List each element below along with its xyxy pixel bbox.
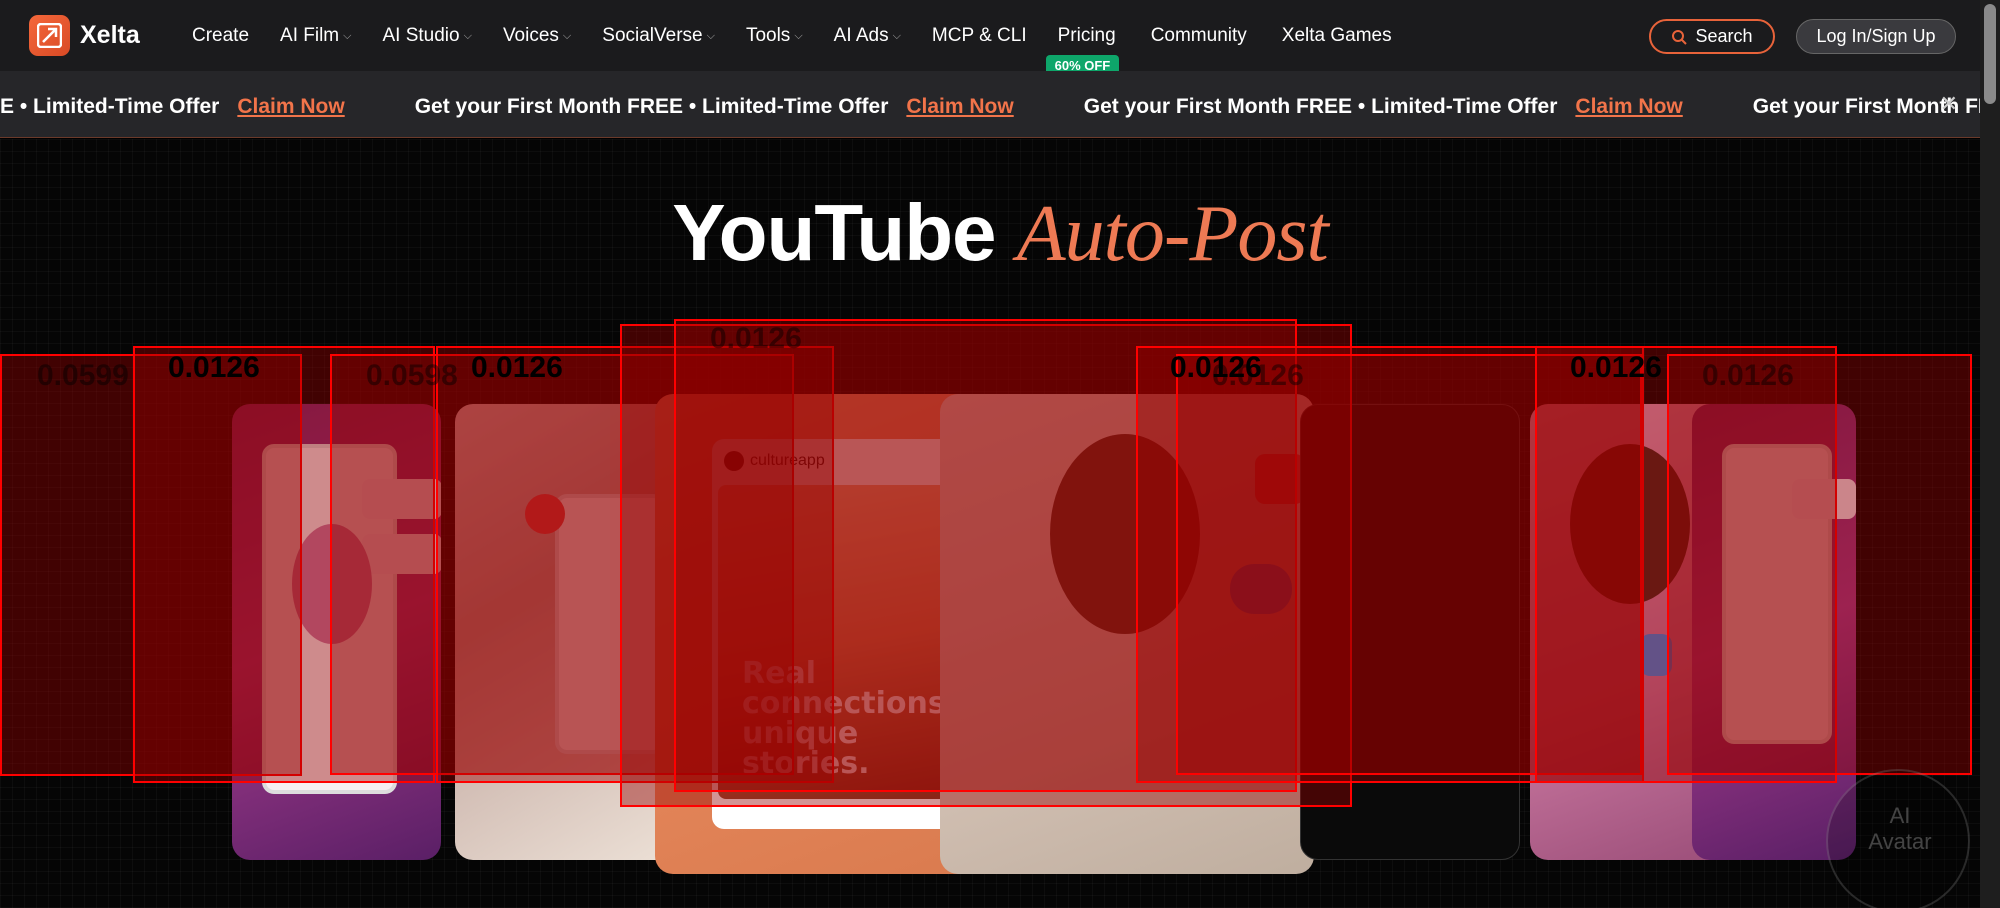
page-scrollbar[interactable] xyxy=(1980,0,2000,908)
nav-ai-film-label: AI Film xyxy=(280,24,340,46)
avatar-line: AI xyxy=(1889,803,1911,828)
nav-pricing-label: Pricing xyxy=(1057,24,1116,46)
nav-voices[interactable]: Voices ⌵ xyxy=(503,25,571,47)
nav-xelta-games-label: Xelta Games xyxy=(1281,24,1392,46)
nav-mcp-cli[interactable]: MCP & CLI xyxy=(932,25,1027,47)
detection-score: 0.0126 xyxy=(710,322,802,355)
nav-community-label: Community xyxy=(1150,24,1247,46)
claim-now-link[interactable]: Claim Now xyxy=(237,95,344,118)
claim-now-link[interactable]: Claim Now xyxy=(906,95,1013,118)
promo-segment: E • Limited-Time Offer Claim Now xyxy=(0,95,345,119)
promo-text: Get your First Month FREE • Limited-Time… xyxy=(1083,95,1558,118)
chevron-down-icon: ⌵ xyxy=(562,30,572,42)
nav-voices-label: Voices xyxy=(502,24,559,46)
search-icon xyxy=(1672,29,1688,45)
chevron-down-icon: ⌵ xyxy=(343,30,352,42)
detection-score: 0.0126 xyxy=(1702,359,1794,392)
nav-community[interactable]: Community xyxy=(1151,25,1247,47)
promo-text: Get your First Month FREE • Limited-Time… xyxy=(414,95,889,118)
claim-now-link[interactable]: Claim Now xyxy=(1575,95,1682,118)
promo-marquee: E • Limited-Time Offer Claim Now Get your… xyxy=(0,95,1980,119)
nav-xelta-games[interactable]: Xelta Games xyxy=(1282,25,1392,47)
hero-section: YouTube Auto-Post cultureapp ••• xyxy=(0,139,1980,908)
nav-ai-studio-label: AI Studio xyxy=(382,24,460,46)
brand-logo[interactable]: Xelta xyxy=(29,15,140,56)
detection-score: 0.0126 xyxy=(471,351,563,384)
search-button[interactable]: Search xyxy=(1649,19,1775,54)
chevron-down-icon: ⌵ xyxy=(794,30,803,42)
main-menu: Create AI Film ⌵ AI Studio ⌵ Voices ⌵ Socia… xyxy=(192,0,1423,76)
detection-score: 0.0126 xyxy=(1212,359,1304,392)
avatar-line: Avatar xyxy=(1868,829,1932,855)
nav-ai-ads[interactable]: AI Ads ⌵ xyxy=(834,25,901,47)
nav-socialverse[interactable]: SocialVerse ⌵ xyxy=(602,25,715,47)
promo-segment: Get your First Month FREE • Limited-Time… xyxy=(1084,95,1683,119)
nav-tools-label: Tools xyxy=(745,24,791,46)
nav-ai-ads-label: AI Ads xyxy=(833,24,889,46)
chevron-down-icon: ⌵ xyxy=(706,30,715,42)
detection-score: 0.0126 xyxy=(168,351,260,384)
detection-score: 0.0126 xyxy=(1570,351,1662,384)
chevron-down-icon: ⌵ xyxy=(463,30,472,42)
page-title: YouTube Auto-Post xyxy=(0,187,1980,280)
nav-tools[interactable]: Tools ⌵ xyxy=(746,25,803,47)
ai-avatar-button[interactable]: AI Avatar xyxy=(1826,769,1970,908)
scrollbar-thumb[interactable] xyxy=(1984,4,1996,104)
page: Xelta Create AI Film ⌵ AI Studio ⌵ Voices ⌵… xyxy=(0,0,2000,908)
nav-create-label: Create xyxy=(192,24,250,46)
chevron-down-icon: ⌵ xyxy=(892,30,901,42)
promo-segment: Get your First Month FREE • Limited-Time… xyxy=(415,95,1014,119)
login-label: Log In/Sign Up xyxy=(1816,26,1936,46)
search-label: Search xyxy=(1695,26,1753,46)
top-navbar: Xelta Create AI Film ⌵ AI Studio ⌵ Voices ⌵… xyxy=(0,0,1980,76)
nav-ai-film[interactable]: AI Film ⌵ xyxy=(280,25,351,47)
nav-socialverse-label: SocialVerse xyxy=(602,24,703,46)
login-signup-button[interactable]: Log In/Sign Up xyxy=(1796,19,1956,54)
close-icon[interactable]: ✕ xyxy=(1940,91,1958,117)
ai-avatar-label: AI Avatar xyxy=(1828,771,1972,856)
nav-pricing[interactable]: Pricing 60% OFF xyxy=(1045,24,1120,76)
detection-box xyxy=(1667,354,1972,775)
detection-score: 0.0599 xyxy=(37,359,129,392)
promo-banner: E • Limited-Time Offer Claim Now Get your… xyxy=(0,71,1980,138)
brand-name: Xelta xyxy=(80,21,140,49)
nav-create[interactable]: Create xyxy=(192,25,249,47)
detection-score: 0.0598 xyxy=(366,359,458,392)
promo-text: E • Limited-Time Offer xyxy=(0,95,220,118)
nav-ai-studio[interactable]: AI Studio ⌵ xyxy=(382,25,471,47)
title-accent: Auto-Post xyxy=(1016,190,1329,278)
nav-mcp-cli-label: MCP & CLI xyxy=(931,24,1027,46)
logo-icon xyxy=(29,15,70,56)
title-main: YouTube xyxy=(672,188,996,277)
